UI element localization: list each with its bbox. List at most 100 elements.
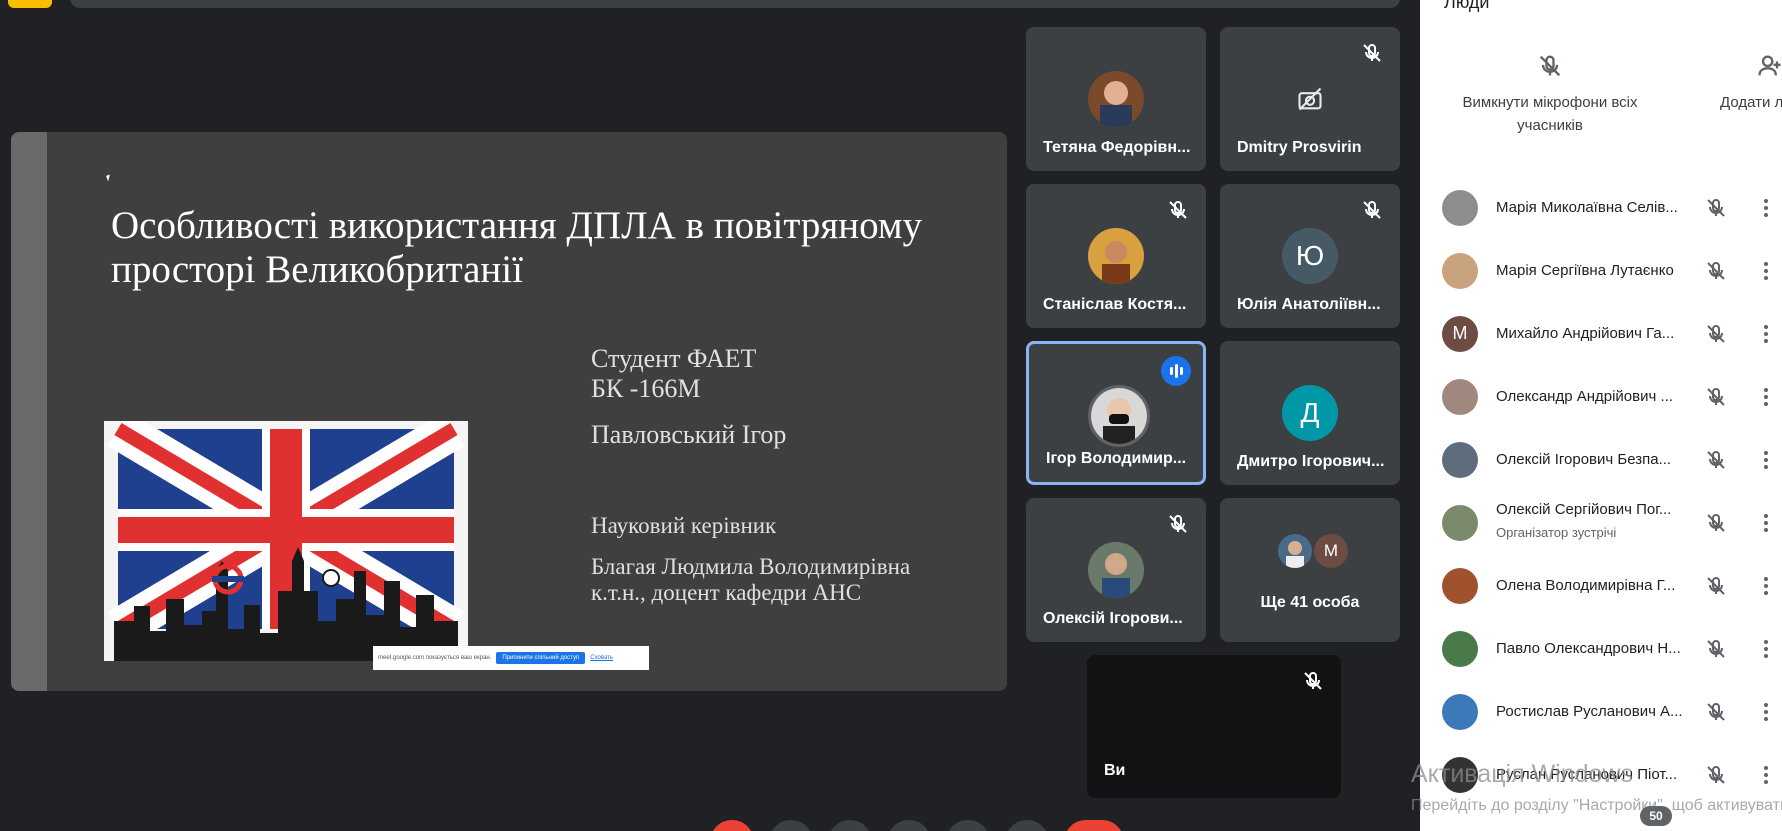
mic-off-icon[interactable] — [1704, 259, 1728, 283]
mic-off-icon[interactable] — [1704, 385, 1728, 409]
mic-toggle-button[interactable] — [710, 820, 754, 831]
participant-name: Dmitry Prosvirin — [1237, 139, 1362, 156]
self-view-tile[interactable]: Ви — [1087, 655, 1341, 798]
avatar — [1088, 385, 1150, 447]
avatar: М — [1442, 315, 1478, 352]
avatar — [1278, 534, 1312, 568]
participant-name: Михайло Андрійович Га... — [1496, 325, 1675, 342]
participant-role: Організатор зустрічі — [1496, 525, 1617, 540]
present-button[interactable] — [946, 820, 990, 831]
list-item[interactable]: Олександр Андрійович ... — [1420, 365, 1782, 428]
panel-title: Люди — [1444, 0, 1490, 12]
camera-off-icon — [1298, 87, 1322, 111]
participant-name: Олексій Ігорович Безпа... — [1496, 451, 1672, 468]
participant-tile-dmitry[interactable]: Dmitry Prosvirin — [1220, 27, 1400, 171]
mic-off-icon — [1539, 55, 1561, 77]
participant-name: Ростислав Русланович А... — [1496, 703, 1683, 720]
hide-share-link[interactable]: Сховать — [590, 655, 613, 661]
avatar — [1442, 252, 1478, 289]
participant-name: Юлія Анатоліївн... — [1237, 296, 1381, 313]
list-item[interactable]: Олексій Сергійович Пог... Організатор зу… — [1420, 491, 1782, 554]
union-jack-image — [104, 421, 468, 661]
mic-off-icon[interactable] — [1704, 637, 1728, 661]
self-name: Ви — [1104, 762, 1126, 779]
mic-off-icon — [1169, 200, 1187, 219]
more-vert-icon[interactable] — [1754, 322, 1778, 346]
people-panel: Люди Вимкнути мікрофони всіх учасників Д… — [1420, 0, 1782, 831]
more-participants-tile[interactable]: M Ще 41 особа — [1220, 498, 1400, 642]
slide-supervisor-label: Науковий керівник — [591, 513, 777, 538]
participant-name: Марія Сергіївна Лутаєнко — [1496, 262, 1674, 279]
slide-student-line1: Студент ФАЕТ — [591, 344, 757, 373]
participant-name: Станіслав Костя... — [1043, 296, 1187, 313]
list-item[interactable]: Олена Володимирівна Г... — [1420, 554, 1782, 617]
participant-tile-ihor[interactable]: Ігор Володимир... — [1026, 341, 1206, 485]
mic-off-icon[interactable] — [1704, 511, 1728, 535]
list-item[interactable]: М Михайло Андрійович Га... — [1420, 302, 1782, 365]
participant-name: Павло Олександрович Н... — [1496, 640, 1681, 657]
stop-sharing-button[interactable]: Припинити спільний доступ — [496, 652, 586, 664]
mic-off-icon[interactable] — [1704, 574, 1728, 598]
mute-all-button[interactable]: Вимкнути мікрофони всіх учасників — [1450, 52, 1650, 137]
mic-off-icon — [1363, 200, 1381, 219]
top-left-badge[interactable] — [8, 0, 52, 8]
list-item[interactable]: Павло Олександрович Н... — [1420, 617, 1782, 680]
participant-tile-dmytro[interactable]: Д Дмитро Ігорович... — [1220, 341, 1400, 485]
more-participants-count: Ще 41 особа — [1260, 594, 1360, 611]
more-vert-icon[interactable] — [1754, 259, 1778, 283]
participant-count-badge: 50 — [1640, 806, 1672, 826]
more-vert-icon[interactable] — [1754, 196, 1778, 220]
more-vert-icon[interactable] — [1754, 448, 1778, 472]
more-vert-icon[interactable] — [1754, 574, 1778, 598]
participant-tile-yulia[interactable]: Ю Юлія Анатоліївн... — [1220, 184, 1400, 328]
mic-off-icon[interactable] — [1704, 448, 1728, 472]
slide-student-name: Павловський Ігор — [591, 420, 787, 449]
mic-off-icon[interactable] — [1704, 322, 1728, 346]
slide-student-line2: БК -166М — [591, 374, 701, 403]
speaking-indicator-icon — [1161, 356, 1191, 386]
more-vert-icon[interactable] — [1754, 511, 1778, 535]
list-item[interactable]: Ростислав Русланович А... — [1420, 680, 1782, 743]
participant-name: Олена Володимирівна Г... — [1496, 577, 1676, 594]
more-options-button[interactable] — [1005, 820, 1049, 831]
leave-call-button[interactable] — [1064, 820, 1124, 831]
participant-list: Марія Миколаївна Селів... Марія Сергіївн… — [1420, 176, 1782, 806]
participant-name: Олексій Сергійович Пог... — [1496, 501, 1672, 518]
add-person-icon — [1758, 55, 1781, 76]
camera-toggle-button[interactable] — [769, 820, 813, 831]
participant-name: Ігор Володимир... — [1046, 450, 1187, 467]
participant-name: Дмитро Ігорович... — [1237, 453, 1385, 470]
mic-off-icon — [1169, 514, 1187, 533]
more-vert-icon[interactable] — [1754, 637, 1778, 661]
raise-hand-button[interactable] — [887, 820, 931, 831]
participant-tile-oleksii[interactable]: Олексій Ігорови... — [1026, 498, 1206, 642]
mouse-cursor-icon — [106, 174, 112, 182]
more-vert-icon[interactable] — [1754, 700, 1778, 724]
more-vert-icon[interactable] — [1754, 385, 1778, 409]
mic-off-icon[interactable] — [1704, 700, 1728, 724]
avatar — [1442, 378, 1478, 415]
list-item[interactable]: Олексій Ігорович Безпа... — [1420, 428, 1782, 491]
avatar — [1442, 567, 1478, 604]
avatar — [1442, 504, 1478, 541]
presentation-tile[interactable]: Особливості використання ДПЛА в повітрян… — [11, 132, 1007, 691]
avatar: M — [1314, 534, 1348, 568]
participant-name: Марія Миколаївна Селів... — [1496, 199, 1678, 216]
participant-name: Олексій Ігорови... — [1043, 610, 1183, 627]
windows-activation-watermark: Активація Windows Перейдіть до розділу "… — [1411, 760, 1782, 815]
avatar — [1442, 189, 1478, 226]
add-people-button[interactable]: Додати людей — [1720, 52, 1782, 114]
activation-text: Перейдіть до розділу "Настройки", щоб ак… — [1411, 797, 1782, 814]
list-item[interactable]: Марія Сергіївна Лутаєнко — [1420, 239, 1782, 302]
captions-button[interactable] — [828, 820, 872, 831]
slide-side-strip — [11, 132, 47, 691]
mic-off-icon — [1304, 671, 1322, 690]
avatar: Д — [1282, 385, 1338, 441]
list-item[interactable]: Марія Миколаївна Селів... — [1420, 176, 1782, 239]
screen-share-notice: meet.google.com показується ваш екран. П… — [373, 646, 649, 670]
avatar: Ю — [1282, 228, 1338, 284]
participant-tile-tetiana[interactable]: Тетяна Федорівн... — [1026, 27, 1206, 171]
participant-tile-stanislav[interactable]: Станіслав Костя... — [1026, 184, 1206, 328]
mic-off-icon[interactable] — [1704, 196, 1728, 220]
avatar — [1088, 228, 1144, 284]
